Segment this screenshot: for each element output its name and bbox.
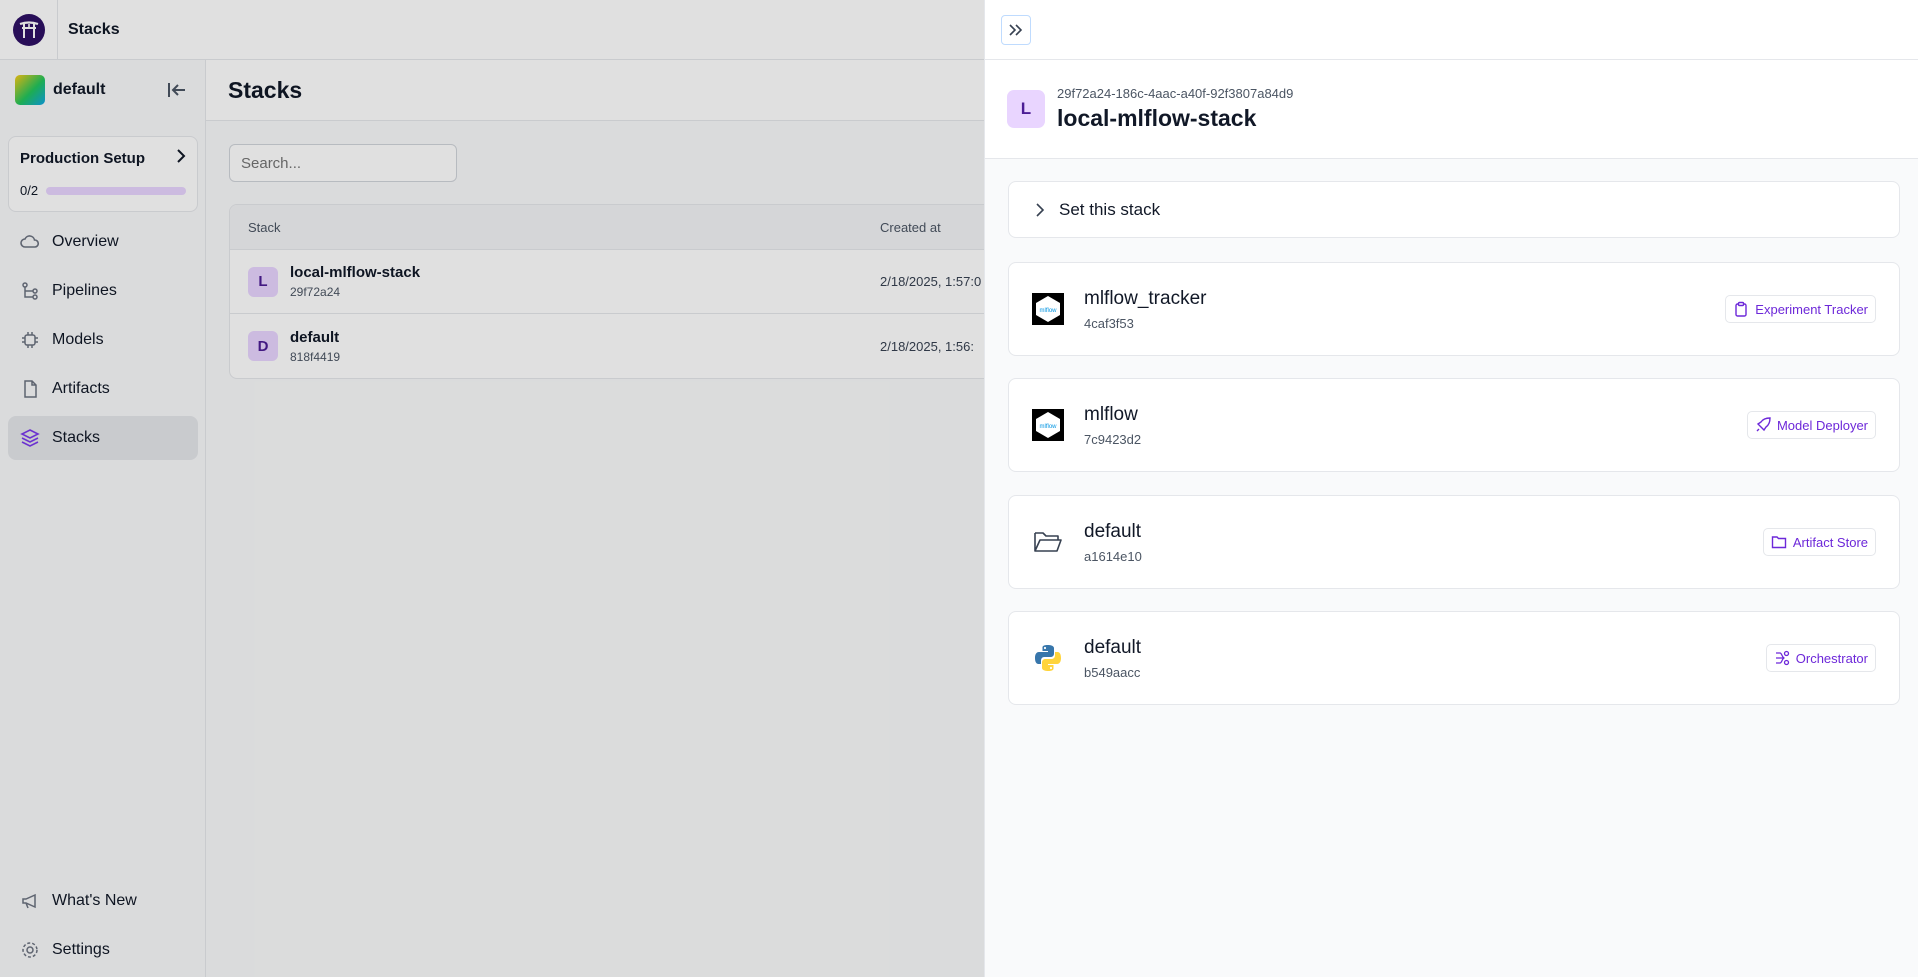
rocket-icon: [1756, 417, 1771, 432]
component-type-badge: Artifact Store: [1762, 528, 1876, 556]
component-id: a1614e10: [1084, 548, 1142, 564]
orchestrator-icon: [1775, 650, 1789, 666]
component-type-label: Orchestrator: [1795, 650, 1868, 666]
chevrons-right-icon: [1009, 23, 1023, 36]
svg-text:mlflow: mlflow: [1039, 424, 1057, 430]
component-name[interactable]: mlflow: [1084, 404, 1747, 426]
stack-title: local-mlflow-stack: [1057, 105, 1257, 131]
folder-icon: [1771, 536, 1787, 549]
component-type-label: Experiment Tracker: [1755, 301, 1868, 317]
component-card[interactable]: default a1614e10 Artifact Store: [1008, 495, 1900, 589]
folder-open-icon: [1032, 526, 1064, 558]
mlflow-logo-icon: mlflow: [1032, 409, 1064, 441]
stack-uuid: 29f72a24-186c-4aac-a40f-92f3807a84d9: [1057, 86, 1294, 101]
component-card[interactable]: mlflow mlflow_tracker 4caf3f53 Experimen…: [1008, 262, 1900, 356]
component-name[interactable]: mlflow_tracker: [1084, 288, 1725, 310]
component-type-badge: Orchestrator: [1765, 644, 1876, 672]
stack-detail-panel: L 29f72a24-186c-4aac-a40f-92f3807a84d9 l…: [984, 0, 1918, 977]
python-logo-icon: [1032, 642, 1064, 674]
mlflow-logo-icon: mlflow: [1032, 293, 1064, 325]
clipboard-icon: [1735, 301, 1747, 317]
panel-toolbar: [985, 0, 1918, 60]
svg-text:mlflow: mlflow: [1039, 308, 1057, 314]
component-card[interactable]: default b549aacc Orchestrator: [1008, 611, 1900, 705]
component-card[interactable]: mlflow mlflow 7c9423d2 Model Deployer: [1008, 378, 1900, 472]
component-id: b549aacc: [1084, 664, 1141, 680]
component-type-label: Artifact Store: [1792, 534, 1868, 550]
set-stack-label: Set this stack: [1059, 199, 1161, 219]
component-id: 7c9423d2: [1084, 431, 1142, 447]
set-stack-collapsible[interactable]: Set this stack: [1008, 181, 1900, 238]
modal-backdrop[interactable]: [0, 0, 984, 977]
close-panel-button[interactable]: [1001, 14, 1031, 45]
stack-avatar: L: [1007, 90, 1045, 128]
component-name[interactable]: default: [1084, 521, 1763, 543]
component-name[interactable]: default: [1084, 637, 1766, 659]
component-type-label: Model Deployer: [1776, 417, 1868, 433]
chevron-right-icon: [1036, 202, 1045, 217]
component-id: 4caf3f53: [1084, 315, 1134, 331]
component-type-badge: Model Deployer: [1746, 411, 1876, 439]
component-type-badge: Experiment Tracker: [1725, 295, 1876, 323]
panel-header: L 29f72a24-186c-4aac-a40f-92f3807a84d9 l…: [985, 60, 1918, 159]
